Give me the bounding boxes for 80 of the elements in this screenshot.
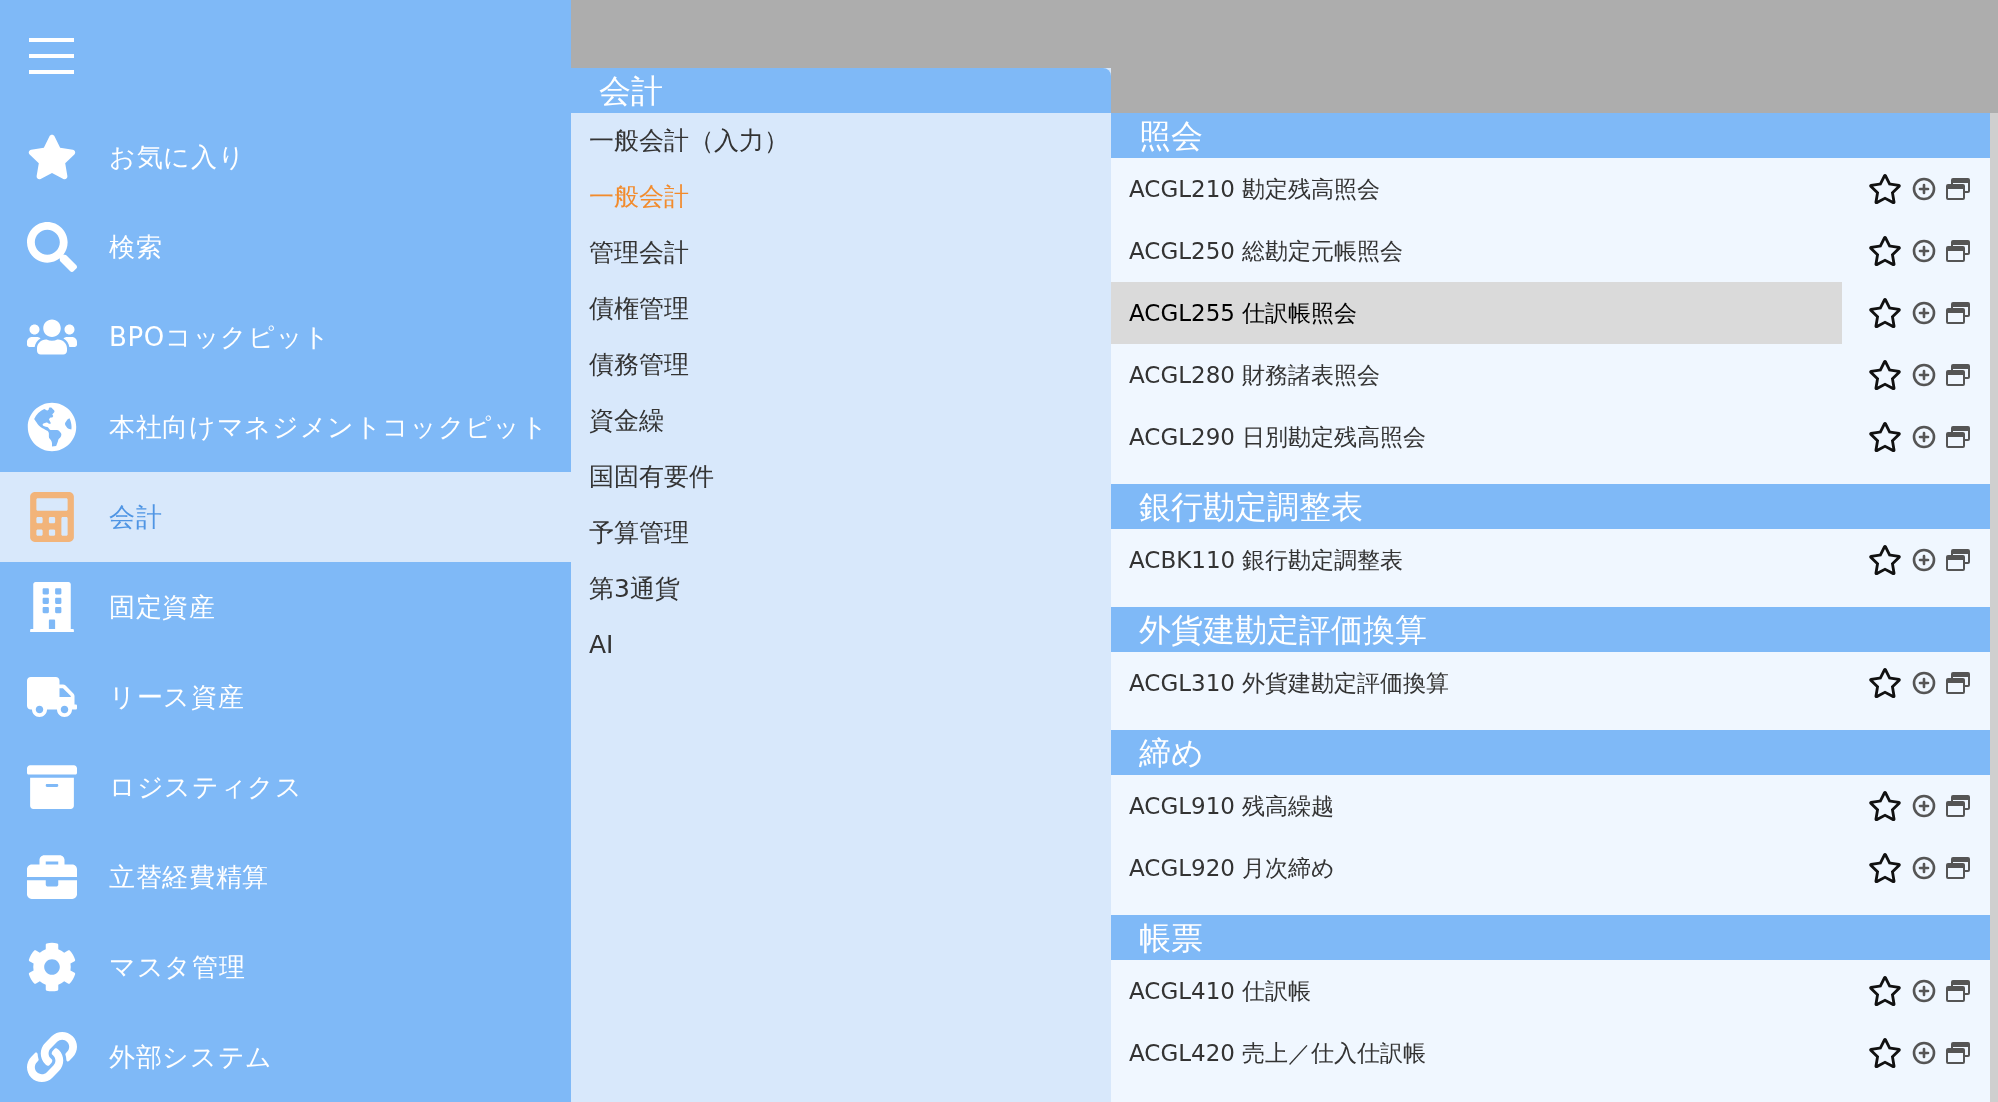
add-icon[interactable] (1912, 177, 1936, 201)
star-icon[interactable] (1868, 172, 1902, 206)
submenu-item[interactable]: 資金繰 (571, 393, 1111, 449)
add-icon[interactable] (1912, 425, 1936, 449)
sidebar-label: 外部システム (109, 1040, 273, 1074)
add-icon[interactable] (1912, 794, 1936, 818)
star-icon[interactable] (1868, 296, 1902, 330)
program-link[interactable]: ACGL910 残高繰越 (1111, 775, 1842, 837)
submenu-item[interactable]: 予算管理 (571, 505, 1111, 561)
windows-icon[interactable] (1946, 426, 1970, 448)
building-icon (27, 582, 77, 632)
box-icon (27, 762, 77, 812)
star-icon[interactable] (1868, 666, 1902, 700)
sidebar-label: 立替経費精算 (109, 860, 269, 894)
add-icon[interactable] (1912, 1041, 1936, 1065)
windows-icon[interactable] (1946, 672, 1970, 694)
submenu-item[interactable]: 管理会計 (571, 225, 1111, 281)
section-header: 帳票 (1111, 915, 1990, 960)
star-icon[interactable] (1868, 420, 1902, 454)
program-link[interactable]: ACGL410 仕訳帳 (1111, 960, 1842, 1022)
add-icon[interactable] (1912, 671, 1936, 695)
windows-icon[interactable] (1946, 240, 1970, 262)
add-icon[interactable] (1912, 856, 1936, 880)
sidebar-label: お気に入り (109, 140, 246, 174)
sidebar-label: ロジスティクス (109, 770, 303, 804)
submenu-item[interactable]: 国固有要件 (571, 449, 1111, 505)
star-icon[interactable] (1868, 789, 1902, 823)
star-icon[interactable] (1868, 974, 1902, 1008)
program-link[interactable]: ACBK110 銀行勘定調整表 (1111, 529, 1842, 591)
windows-icon[interactable] (1946, 795, 1970, 817)
section-header: 締め (1111, 730, 1990, 775)
sidebar-label: 固定資産 (109, 590, 216, 624)
star-icon[interactable] (1868, 1036, 1902, 1070)
link-icon (27, 1032, 77, 1082)
sidebar-label: BPOコックピット (109, 320, 331, 354)
calculator-icon (27, 492, 77, 542)
sidebar-label: リース資産 (109, 680, 245, 714)
submenu-item[interactable]: 第3通貨 (571, 561, 1111, 617)
sidebar-label: マスタ管理 (109, 950, 246, 984)
program-link[interactable]: ACGL255 仕訳帳照会 (1111, 282, 1842, 344)
star-icon (27, 132, 77, 182)
program-link[interactable]: ACGL420 売上／仕入仕訳帳 (1111, 1022, 1842, 1084)
sidebar-label: 検索 (109, 230, 163, 264)
star-icon[interactable] (1868, 358, 1902, 392)
windows-icon[interactable] (1946, 364, 1970, 386)
program-link[interactable]: ACGL290 日別勘定残高照会 (1111, 406, 1842, 468)
sidebar-label: 会計 (109, 500, 163, 534)
windows-icon[interactable] (1946, 178, 1970, 200)
globe-icon (27, 402, 77, 452)
program-link[interactable]: ACGL280 財務諸表照会 (1111, 344, 1842, 406)
sidebar-label: 本社向けマネジメントコックピット (109, 410, 549, 444)
settings-icon (27, 942, 77, 992)
program-link[interactable]: ACGL310 外貨建勘定評価換算 (1111, 652, 1842, 714)
add-icon[interactable] (1912, 301, 1936, 325)
submenu-title: 会計 (571, 68, 1111, 113)
windows-icon[interactable] (1946, 549, 1970, 571)
search-icon (27, 222, 77, 272)
add-icon[interactable] (1912, 363, 1936, 387)
section-header: 銀行勘定調整表 (1111, 484, 1990, 529)
windows-icon[interactable] (1946, 302, 1970, 324)
windows-icon[interactable] (1946, 857, 1970, 879)
program-link[interactable]: ACGL920 月次締め (1111, 837, 1842, 899)
section-header: 外貨建勘定評価換算 (1111, 607, 1990, 652)
program-link[interactable]: ACGL210 勘定残高照会 (1111, 158, 1842, 220)
add-icon[interactable] (1912, 979, 1936, 1003)
section-header: 照会 (1111, 113, 1990, 158)
windows-icon[interactable] (1946, 980, 1970, 1002)
add-icon[interactable] (1912, 548, 1936, 572)
scrollbar[interactable] (1990, 113, 1998, 1102)
windows-icon[interactable] (1946, 1042, 1970, 1064)
program-link[interactable]: ACGL250 総勘定元帳照会 (1111, 220, 1842, 282)
submenu-item[interactable]: 一般会計（入力） (571, 113, 1111, 169)
star-icon[interactable] (1868, 543, 1902, 577)
submenu-item[interactable]: 債務管理 (571, 337, 1111, 393)
submenu-item[interactable]: AI (571, 617, 1111, 673)
star-icon[interactable] (1868, 851, 1902, 885)
star-icon[interactable] (1868, 234, 1902, 268)
add-icon[interactable] (1912, 239, 1936, 263)
submenu-item[interactable]: 債権管理 (571, 281, 1111, 337)
briefcase-icon (27, 852, 77, 902)
